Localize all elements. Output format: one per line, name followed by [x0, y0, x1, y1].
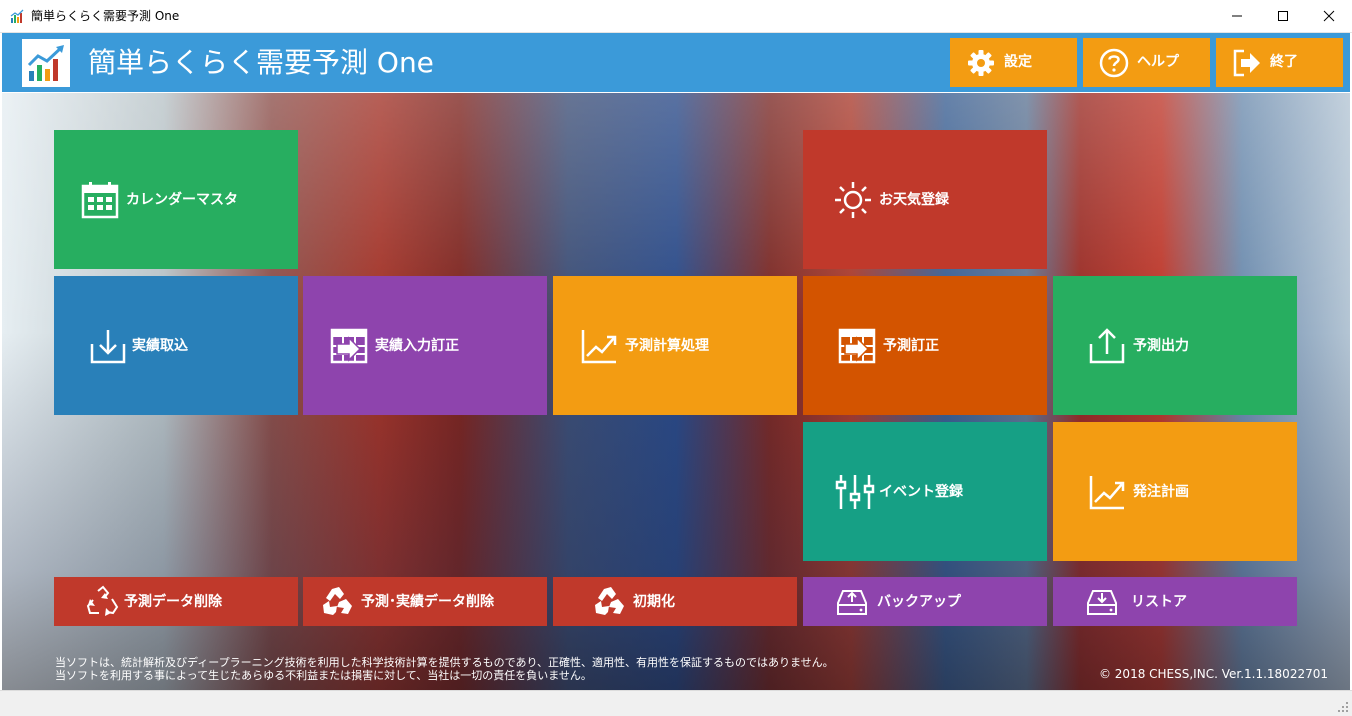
recycle-icon [323, 587, 352, 615]
copyright-version: © 2018 CHESS,INC. Ver.1.1.18022701 [1098, 667, 1328, 681]
sun-icon [835, 182, 871, 218]
gear-icon [968, 50, 994, 76]
calendar-master-label: カレンダーマスタ [126, 192, 238, 208]
table-arrow-icon [330, 328, 368, 364]
maximize-icon [1278, 11, 1288, 21]
forecast-output-tile[interactable]: 予測出力 [1053, 276, 1297, 415]
close-icon [1323, 10, 1335, 22]
delete-forecast-tile[interactable]: 予測データ削除 [54, 577, 298, 626]
settings-button[interactable]: 設定 [950, 38, 1077, 87]
minimize-button[interactable] [1214, 0, 1260, 32]
resize-grip-icon[interactable] [1337, 701, 1349, 713]
trend-chart-icon [1089, 476, 1125, 510]
event-register-tile[interactable]: イベント登録 [803, 422, 1047, 561]
restore-tile[interactable]: リストア [1053, 577, 1297, 626]
actual-edit-label: 実績入力訂正 [375, 338, 459, 354]
import-icon [90, 330, 126, 364]
settings-label: 設定 [1004, 54, 1032, 70]
export-icon [1089, 328, 1125, 364]
forecast-edit-tile[interactable]: 予測訂正 [803, 276, 1047, 415]
help-icon [1099, 48, 1129, 78]
window-title: 簡単らくらく需要予測 One [31, 9, 180, 23]
help-button[interactable]: ヘルプ [1083, 38, 1210, 87]
forecast-output-label: 予測出力 [1133, 338, 1189, 354]
main-content: カレンダーマスタ お天気登録 実績取込 実績入力訂正 予測計算処理 予測訂正 予… [2, 93, 1350, 690]
actual-import-tile[interactable]: 実績取込 [54, 276, 298, 415]
disclaimer-line-1: 当ソフトは、統計解析及びディープラーニング技術を利用した科学技術計算を提供するも… [55, 656, 834, 669]
actual-edit-tile[interactable]: 実績入力訂正 [303, 276, 547, 415]
app-chart-icon [9, 8, 25, 24]
backup-tile[interactable]: バックアップ [803, 577, 1047, 626]
exit-label: 終了 [1270, 54, 1298, 70]
app-logo-icon [22, 39, 70, 87]
forecast-calc-tile[interactable]: 予測計算処理 [553, 276, 797, 415]
status-bar [0, 690, 1352, 716]
disclaimer-line-2: 当ソフトを利用する事によって生じたあらゆる不利益または損害に対して、当社は一切の… [55, 669, 592, 682]
delete-forecast-actual-tile[interactable]: 予測･実績データ削除 [303, 577, 547, 626]
forecast-calc-label: 予測計算処理 [625, 338, 709, 354]
backup-label: バックアップ [877, 594, 961, 610]
maximize-button[interactable] [1260, 0, 1306, 32]
close-button[interactable] [1306, 0, 1352, 32]
initialize-tile[interactable]: 初期化 [553, 577, 797, 626]
recycle-icon [86, 585, 119, 616]
drive-upload-icon [837, 590, 867, 615]
calendar-master-tile[interactable]: カレンダーマスタ [54, 130, 298, 269]
window-titlebar: 簡単らくらく需要予測 One [0, 0, 1352, 33]
event-register-label: イベント登録 [879, 484, 963, 500]
initialize-label: 初期化 [633, 594, 675, 610]
app-title: 簡単らくらく需要予測 One [88, 46, 434, 79]
restore-label: リストア [1131, 594, 1187, 610]
recycle-icon [595, 587, 624, 615]
exit-button[interactable]: 終了 [1216, 38, 1343, 87]
exit-icon [1233, 49, 1260, 77]
disclaimer: 当ソフトは、統計解析及びディープラーニング技術を利用した科学技術計算を提供するも… [55, 656, 834, 682]
sliders-icon [835, 475, 875, 509]
actual-import-label: 実績取込 [132, 338, 188, 354]
delete-forecast-label: 予測データ削除 [124, 594, 222, 610]
weather-register-label: お天気登録 [879, 192, 949, 208]
order-plan-label: 発注計画 [1133, 484, 1189, 500]
calendar-icon [81, 182, 119, 219]
app-header: 簡単らくらく需要予測 One 設定 ヘルプ 終了 [2, 33, 1350, 92]
minimize-icon [1232, 15, 1242, 17]
trend-chart-icon [581, 330, 617, 364]
delete-forecast-actual-label: 予測･実績データ削除 [361, 594, 494, 610]
drive-download-icon [1087, 590, 1117, 615]
order-plan-tile[interactable]: 発注計画 [1053, 422, 1297, 561]
help-label: ヘルプ [1137, 54, 1179, 70]
weather-register-tile[interactable]: お天気登録 [803, 130, 1047, 269]
table-arrow-icon [838, 328, 876, 364]
forecast-edit-label: 予測訂正 [883, 338, 939, 354]
